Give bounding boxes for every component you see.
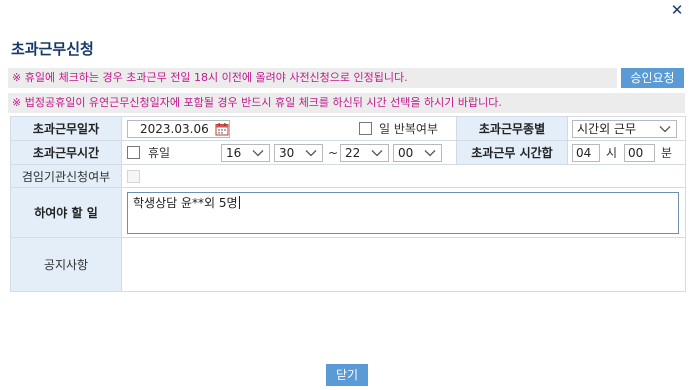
work-time-label: 초과근무시간 bbox=[10, 140, 122, 165]
work-type-value: 시간외 근무 bbox=[577, 122, 637, 136]
chevron-down-icon bbox=[424, 150, 436, 157]
total-hours-input[interactable]: 04 bbox=[572, 144, 600, 162]
start-hour-value: 16 bbox=[226, 146, 242, 160]
row-notice: 공지사항 bbox=[10, 237, 686, 292]
work-date-label: 초과근무일자 bbox=[10, 116, 122, 141]
row-todo: 하여야 할 일 학생상담 윤**외 5명 bbox=[10, 187, 686, 238]
end-minute-select[interactable]: 00 bbox=[393, 144, 442, 162]
notice-public-holiday: ※ 법정공휴일이 유연근무신청일자에 포함될 경우 반드시 휴일 체크를 하신뒤… bbox=[8, 93, 685, 113]
row-work-time: 초과근무시간 휴일 16 30 ~ 22 00 초과근무 시간합 04 시 00… bbox=[10, 140, 686, 165]
repeat-checkbox[interactable] bbox=[359, 122, 372, 135]
work-type-select[interactable]: 시간외 근무 bbox=[572, 120, 677, 138]
chevron-down-icon bbox=[252, 150, 264, 157]
row-concurrent: 겸임기관신청여부 bbox=[10, 164, 686, 188]
minutes-unit: 분 bbox=[661, 146, 673, 160]
chevron-down-icon bbox=[371, 150, 383, 157]
repeat-label: 일 반복여부 bbox=[379, 122, 439, 136]
end-hour-value: 22 bbox=[345, 146, 361, 160]
chevron-down-icon bbox=[305, 150, 317, 157]
approve-request-button[interactable]: 승인요청 bbox=[621, 68, 684, 88]
start-hour-select[interactable]: 16 bbox=[221, 144, 270, 162]
holiday-checkbox[interactable] bbox=[127, 146, 140, 159]
notice-content bbox=[121, 237, 686, 292]
todo-text: 학생상담 윤**외 5명 bbox=[133, 196, 238, 210]
start-minute-select[interactable]: 30 bbox=[274, 144, 323, 162]
todo-textarea[interactable]: 학생상담 윤**외 5명 bbox=[127, 192, 679, 234]
total-time-label: 초과근무 시간합 bbox=[456, 140, 568, 165]
overtime-form: 초과근무일자 2023.03.06 일 반복여부 초과근무종별 시간외 근무 초… bbox=[10, 116, 686, 292]
end-hour-select[interactable]: 22 bbox=[340, 144, 389, 162]
row-work-date: 초과근무일자 2023.03.06 일 반복여부 초과근무종별 시간외 근무 bbox=[10, 116, 686, 141]
concurrent-label: 겸임기관신청여부 bbox=[10, 164, 122, 188]
end-minute-value: 00 bbox=[398, 146, 414, 160]
start-minute-value: 30 bbox=[279, 146, 295, 160]
total-minutes-input[interactable]: 00 bbox=[624, 144, 655, 162]
chevron-down-icon bbox=[659, 126, 671, 133]
time-separator: ~ bbox=[328, 146, 339, 160]
close-icon[interactable]: ✕ bbox=[669, 2, 685, 18]
concurrent-checkbox[interactable] bbox=[127, 170, 140, 183]
calendar-icon[interactable] bbox=[215, 122, 229, 136]
hours-unit: 시 bbox=[606, 146, 618, 160]
holiday-label: 휴일 bbox=[148, 146, 171, 160]
text-caret bbox=[238, 196, 240, 209]
dialog-title: 초과근무신청 bbox=[11, 40, 94, 58]
notice-holiday: ※ 휴일에 체크하는 경우 초과근무 전일 18시 이전에 올려야 사전신청으로… bbox=[8, 68, 617, 88]
close-button[interactable]: 닫기 bbox=[326, 364, 368, 386]
work-type-label: 초과근무종별 bbox=[456, 116, 568, 141]
todo-label: 하여야 할 일 bbox=[10, 187, 122, 238]
notice-label: 공지사항 bbox=[10, 237, 122, 292]
